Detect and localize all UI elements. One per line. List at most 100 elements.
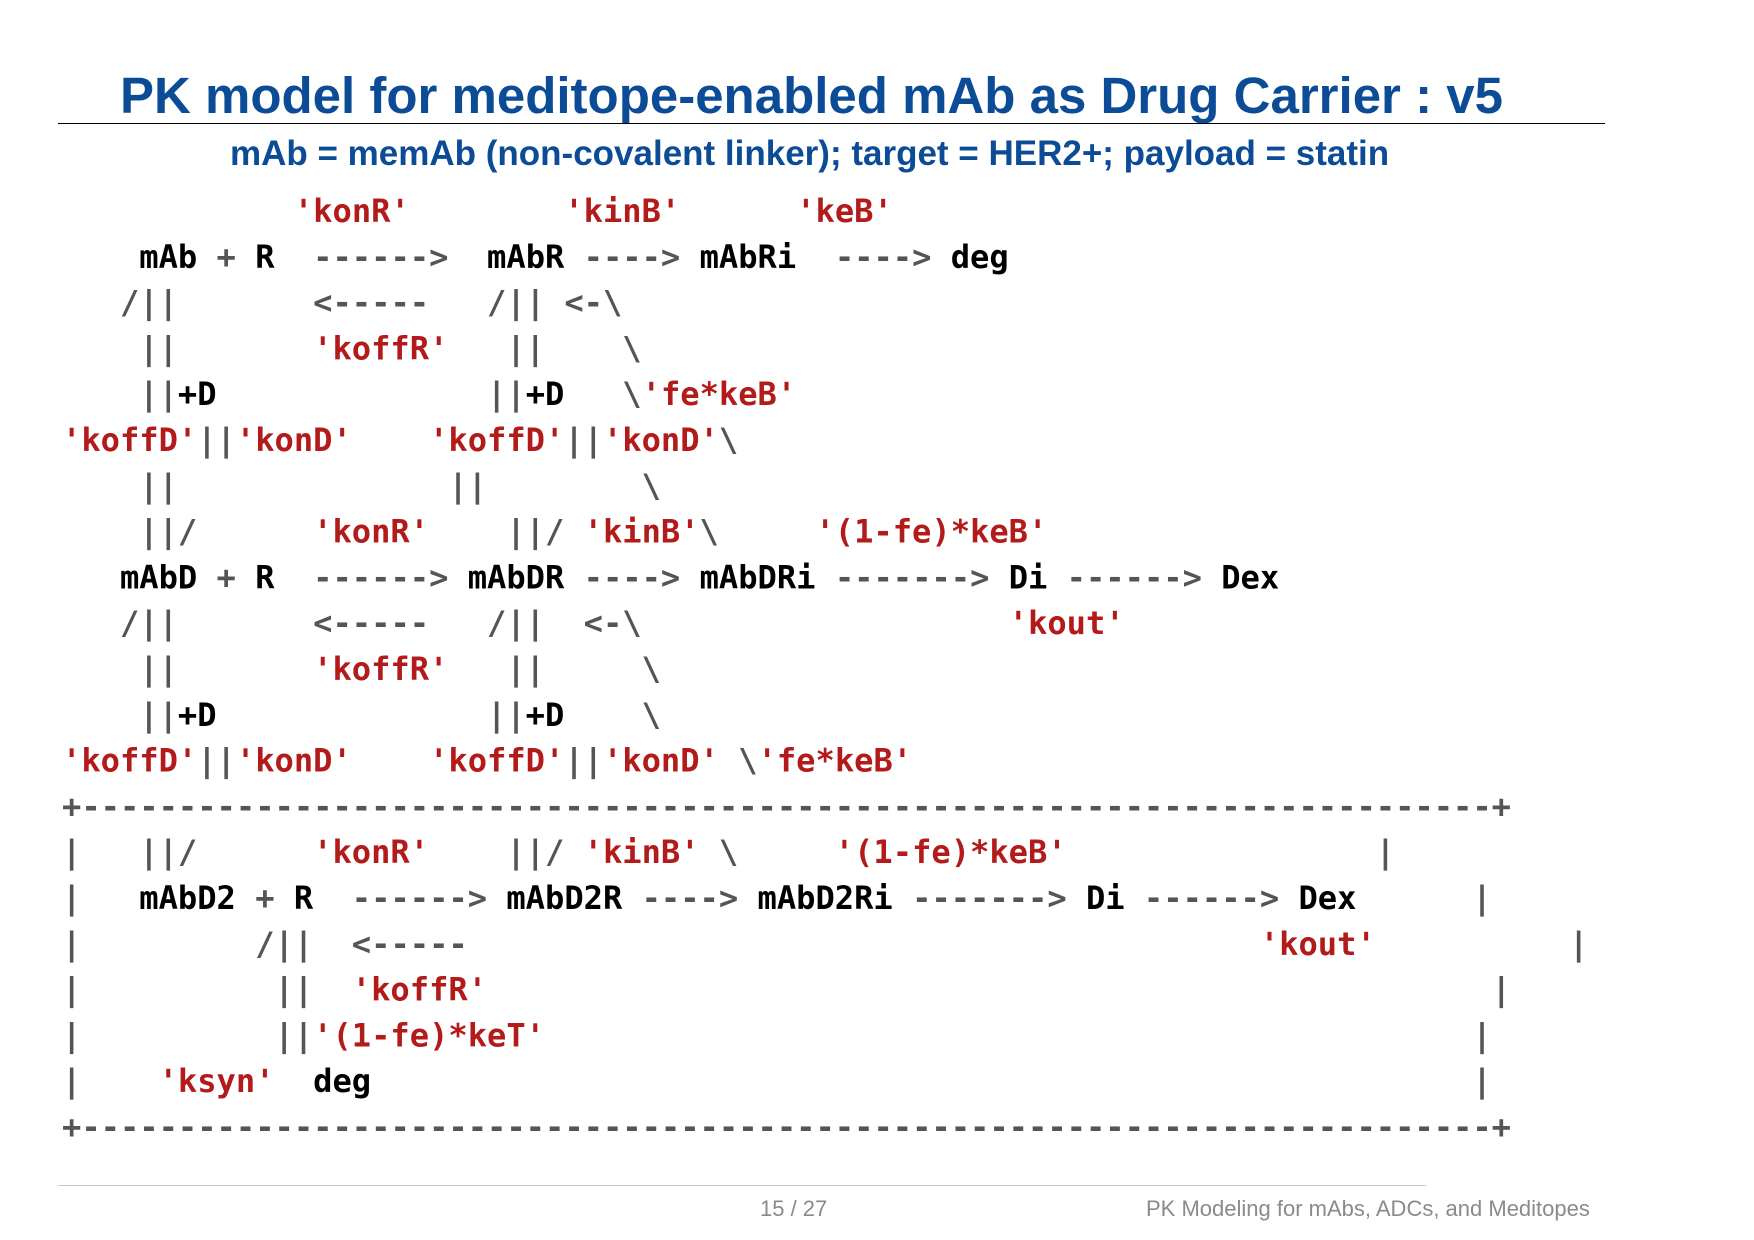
connector: + [197,238,255,276]
diagram-line: | ||/ 'konR' ||/ 'kinB' \ '(1-fe)*keB' | [62,833,1395,872]
connector: ----> [564,238,699,276]
species-label: +D [526,696,565,734]
rate-constant: 'koffD' [62,421,197,459]
connector: /|| <----- /|| <-\ [62,284,622,323]
connector: +---------------------------------------… [62,1108,1511,1146]
footer-divider [58,1185,1426,1186]
diagram-line: /|| <----- /|| <-\ [62,284,622,323]
connector: \ [719,742,758,780]
species-label: +D [178,696,217,734]
connector: \ [700,833,835,871]
diagram-line: +---------------------------------------… [62,1108,1511,1146]
diagram-line: /|| <----- /|| <-\ 'kout' [62,604,1125,643]
connector: || [564,742,603,781]
connector: | ||/ [62,833,313,872]
rate-constant: 'kinB' [584,513,700,551]
species-label: mAbD [62,558,197,596]
diagram-line: ||+D ||+D \ [62,696,661,735]
connector: ------> [275,238,488,276]
species-label: Di [1086,879,1125,917]
connector: || [217,375,526,414]
rate-constant: 'konD' [236,742,352,780]
connector: \ [564,375,641,413]
connector [275,1062,314,1100]
connector: \ [719,421,738,459]
rate-constant: 'koffD' [429,421,564,459]
connector: ||/ [62,513,313,552]
connector: | [62,1062,159,1101]
connector: || [62,696,178,735]
connector: /|| <----- /|| <-\ [62,604,642,643]
diagram-line: | ||'(1-fe)*keT' | [62,1016,1492,1055]
species-label: Dex [1221,558,1279,596]
rate-constant: 'koffR' [313,329,448,367]
connector: || || \ [62,467,661,506]
diagram-line: mAbD + R ------> mAbDR ----> mAbDRi ----… [62,558,1279,596]
connector: -------> [816,558,1009,596]
connector: | || [62,971,352,1010]
rate-constant: 'kinB' [584,833,700,871]
connector: || [564,421,603,460]
connector: | [62,879,139,918]
diagram-line: | /|| <----- 'kout' | [62,925,1588,964]
species-label: +D [526,375,565,413]
connector: +---------------------------------------… [62,787,1511,825]
diagram-line: 'konR' 'kinB' 'keB' [62,192,893,230]
connector: | [1067,833,1395,872]
connector: || [197,742,236,781]
diagram-line: mAb + R ------> mAbR ----> mAbRi ----> d… [62,238,1009,276]
connector: || [62,375,178,414]
connector: + [197,558,255,596]
rate-constant: 'konR' [313,833,429,871]
rate-constant: 'koffR' [313,650,448,688]
species-label: deg [313,1062,371,1100]
rate-constant: 'koffD' [62,742,197,780]
species-label: +D [178,375,217,413]
diagram-line: || || \ [62,467,661,506]
connector: \ [564,696,661,734]
diagram-line: ||/ 'konR' ||/ 'kinB'\ '(1-fe)*keB' [62,513,1047,552]
connector: ||/ [429,833,584,872]
connector: || \ [448,650,661,689]
connector: | || [62,1016,313,1055]
connector: || [62,329,313,368]
connector: ----> [564,558,699,596]
connector: ||/ [429,513,584,552]
species-label: Di [1009,558,1048,596]
species-label: mAbDRi [700,558,816,596]
rate-constant: 'kout' [642,604,1125,642]
connector: ------> [1047,558,1221,596]
species-label: R [255,558,275,596]
rate-constant: '(1-fe)*keB' [835,833,1067,871]
connector: | [1356,879,1491,918]
connector: \ [700,513,816,551]
connector: || [62,650,313,689]
diagram-line: | 'ksyn' deg | [62,1062,1492,1101]
connector: | [1376,925,1589,964]
species-label: R [255,238,275,276]
species-label: mAbRi [700,238,797,276]
connector: ------> [275,558,468,596]
rate-constant: 'kout' [468,925,1376,963]
connector: || \ [448,329,641,368]
rate-constant: 'konD' [603,742,719,780]
connector: | [487,971,1511,1010]
species-label: R [294,879,314,917]
connector: ------> [1125,879,1299,917]
rate-constant: 'koffD' [429,742,564,780]
diagram-line: ||+D ||+D \'fe*keB' [62,375,796,414]
diagram-line: || 'koffR' || \ [62,650,661,689]
species-label: Dex [1298,879,1356,917]
diagram-line: 'koffD'||'konD' 'koffD'||'konD' \'fe*keB… [62,742,912,781]
rate-constant: '(1-fe)*keT' [313,1016,545,1054]
rate-constant: '(1-fe)*keB' [815,513,1047,551]
connector [352,421,429,459]
connector: || [197,421,236,460]
connector: | [371,1062,1492,1101]
footer-title: PK Modeling for mAbs, ADCs, and Meditope… [1146,1196,1590,1221]
rate-constant: 'fe*keB' [758,742,913,780]
rate-constant: 'fe*keB' [642,375,797,413]
rate-constant: 'konD' [603,421,719,459]
species-label: mAbD2 [139,879,236,917]
connector: | /|| <----- [62,925,468,964]
